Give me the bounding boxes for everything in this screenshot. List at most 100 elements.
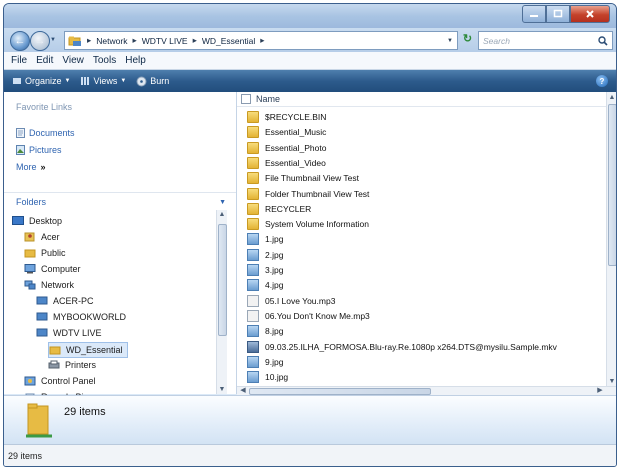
tree-item-printers[interactable]: Printers: [48, 358, 96, 372]
file-row[interactable]: 4.jpg: [247, 278, 283, 292]
file-row[interactable]: System Volume Information: [247, 217, 369, 231]
scroll-up-icon[interactable]: ▲: [607, 94, 616, 101]
tree-item-label: Desktop: [29, 216, 63, 226]
maximize-button[interactable]: [546, 5, 570, 23]
menu-help[interactable]: Help: [125, 55, 146, 66]
control-panel-icon: [24, 376, 36, 386]
file-list-hscroll-thumb[interactable]: [249, 388, 431, 395]
organize-button[interactable]: Organize ▼: [12, 76, 70, 86]
file-row[interactable]: Folder Thumbnail View Test: [247, 187, 369, 201]
image-file-icon: [247, 233, 259, 246]
file-list-vscrollbar[interactable]: ▲ ▼: [606, 92, 616, 386]
file-name: System Volume Information: [265, 219, 369, 230]
tree-item-label: Computer: [41, 264, 81, 274]
file-row[interactable]: 3.jpg: [247, 263, 283, 277]
file-name: 10.jpg: [265, 372, 289, 383]
menu-view[interactable]: View: [62, 55, 84, 66]
recent-pages-dropdown[interactable]: ▼: [50, 37, 56, 43]
file-row[interactable]: 2.jpg: [247, 248, 283, 262]
disc-icon: [136, 76, 147, 86]
file-row[interactable]: 05.I Love You.mp3: [247, 294, 335, 308]
title-bar[interactable]: [4, 4, 616, 28]
tree-item-acer[interactable]: Acer: [24, 230, 60, 244]
scroll-down-icon[interactable]: ▼: [607, 378, 616, 385]
folder-tree-scrollbar[interactable]: ▲ ▼: [216, 210, 227, 394]
back-button[interactable]: ←: [10, 31, 30, 51]
tree-item-mybookworld[interactable]: MYBOOKWORLD: [36, 310, 126, 324]
file-row[interactable]: Essential_Photo: [247, 141, 326, 155]
tree-item-network[interactable]: Network: [24, 278, 74, 292]
file-row[interactable]: Essential_Music: [247, 125, 326, 139]
image-file-icon: [247, 325, 259, 338]
forward-arrow-icon: →: [34, 35, 46, 47]
scroll-right-icon[interactable]: ▶: [596, 386, 604, 394]
image-file-icon: [247, 264, 259, 276]
file-row[interactable]: 8.jpg: [247, 324, 283, 338]
folder-tree: Desktop Acer Public Computer Network ACE…: [4, 210, 216, 402]
file-row[interactable]: RECYCLER: [247, 202, 311, 216]
tree-item-wdtv-live[interactable]: WDTV LIVE: [36, 326, 102, 340]
tree-item-desktop[interactable]: Desktop: [12, 214, 62, 228]
favorite-pictures[interactable]: Pictures: [16, 145, 62, 155]
network-computer-icon: [36, 296, 48, 305]
menu-tools[interactable]: Tools: [93, 55, 116, 66]
folder-icon: [247, 172, 259, 185]
folders-header[interactable]: Folders ▼: [4, 192, 236, 211]
breadcrumb-wd-essential[interactable]: WD_Essential: [202, 36, 255, 46]
views-button[interactable]: Views ▼: [80, 76, 126, 86]
select-all-checkbox[interactable]: [241, 94, 251, 104]
tree-item-public[interactable]: Public: [24, 246, 66, 260]
audio-file-icon: [247, 309, 259, 322]
tree-item-label: Network: [41, 280, 75, 290]
file-list-vscroll-thumb[interactable]: [608, 104, 616, 266]
views-icon: [81, 77, 90, 85]
address-dropdown-icon[interactable]: ▼: [447, 38, 453, 44]
file-row[interactable]: Essential_Video: [247, 156, 326, 170]
breadcrumb-network[interactable]: Network: [96, 36, 127, 46]
file-list-hscrollbar[interactable]: ◀ ▶: [237, 386, 616, 395]
tree-item-computer[interactable]: Computer: [24, 262, 81, 276]
breadcrumb-separator-icon: ▸: [192, 35, 197, 45]
file-row[interactable]: 09.03.25.ILHA_FORMOSA.Blu-ray.Re.1080p x…: [247, 340, 557, 354]
scroll-down-icon[interactable]: ▼: [217, 386, 227, 393]
minimize-button[interactable]: [522, 5, 546, 23]
burn-button[interactable]: Burn: [136, 76, 169, 87]
file-name: Essential_Photo: [265, 142, 327, 153]
column-header-name[interactable]: Name: [256, 94, 280, 104]
address-box[interactable]: ▸ Network ▸ WDTV LIVE ▸ WD_Essential ▸ ▼: [64, 31, 458, 50]
scroll-up-icon[interactable]: ▲: [217, 211, 227, 218]
menu-edit[interactable]: Edit: [36, 55, 53, 66]
folder-icon: [247, 156, 259, 169]
double-chevron-icon: »: [40, 162, 46, 172]
folder-tree-scroll-thumb[interactable]: [218, 224, 227, 336]
favorite-pictures-label: Pictures: [29, 145, 62, 155]
file-row[interactable]: 10.jpg: [247, 370, 288, 384]
file-name: File Thumbnail View Test: [265, 173, 360, 184]
search-input[interactable]: Search: [478, 31, 613, 50]
favorite-more[interactable]: More »: [16, 162, 46, 172]
file-row[interactable]: 9.jpg: [247, 355, 283, 369]
search-icon[interactable]: [598, 35, 608, 46]
file-row[interactable]: 1.jpg: [247, 232, 283, 246]
file-row[interactable]: 06.You Don't Know Me.mp3: [247, 309, 370, 323]
tree-item-acer-pc[interactable]: ACER-PC: [36, 294, 94, 308]
help-button[interactable]: ?: [596, 75, 608, 87]
image-file-icon: [247, 248, 259, 261]
file-row[interactable]: File Thumbnail View Test: [247, 171, 359, 185]
forward-button[interactable]: →: [30, 31, 50, 51]
scroll-left-icon[interactable]: ◀: [239, 386, 247, 394]
tree-item-label: WDTV LIVE: [53, 328, 102, 338]
refresh-button[interactable]: ↻: [460, 32, 475, 47]
menu-file[interactable]: File: [11, 55, 27, 66]
file-name: 05.I Love You.mp3: [265, 295, 336, 306]
user-folder-icon: [24, 232, 35, 242]
image-file-icon: [247, 279, 259, 292]
file-row[interactable]: $RECYCLE.BIN: [247, 110, 326, 124]
favorite-documents[interactable]: Documents: [16, 128, 75, 138]
tree-item-wd-essential[interactable]: WD_Essential: [48, 342, 128, 358]
close-button[interactable]: [570, 5, 610, 23]
back-arrow-icon: ←: [14, 35, 26, 47]
tree-item-control-panel[interactable]: Control Panel: [24, 374, 96, 388]
explorer-window: ← → ▼ ▸ Network ▸ WDTV LIVE ▸ WD_Essenti…: [3, 3, 617, 467]
breadcrumb-wdtv-live[interactable]: WDTV LIVE: [142, 36, 188, 46]
